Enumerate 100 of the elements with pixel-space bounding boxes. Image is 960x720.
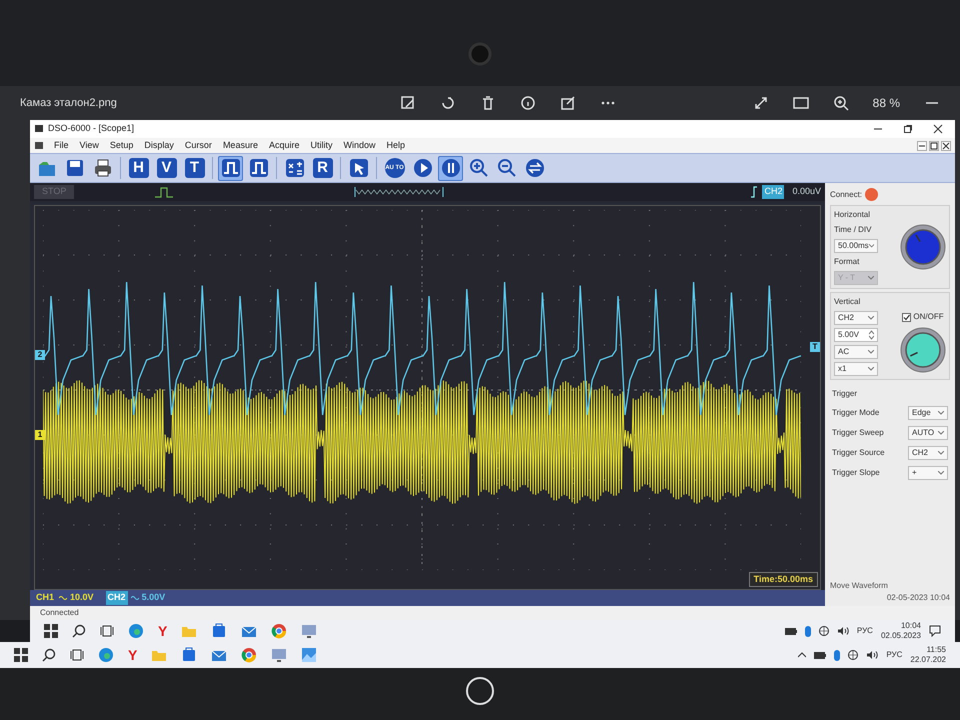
volts-spinbox[interactable]: 5.00V	[834, 328, 878, 342]
fullscreen-icon[interactable]	[752, 95, 769, 111]
trigger-dropdown[interactable]: Edge	[908, 406, 948, 420]
trigger-dropdown[interactable]: +	[908, 466, 948, 480]
trigger-dropdown[interactable]: CH2	[908, 446, 948, 460]
pause-icon	[440, 158, 460, 178]
task-view-icon[interactable]	[100, 624, 114, 638]
restore-icon[interactable]	[929, 140, 939, 150]
browser-app-icon[interactable]: Y	[128, 644, 138, 666]
dropdown-caret-icon	[938, 431, 944, 435]
channel-marker[interactable]: T	[810, 342, 820, 352]
field-label: Trigger Source	[832, 447, 885, 459]
speaker-icon[interactable]	[866, 650, 878, 660]
menu-item[interactable]: Help	[385, 138, 406, 152]
menu-item[interactable]: Display	[143, 138, 175, 152]
menu-item[interactable]: Measure	[222, 138, 259, 152]
toolbar-button[interactable]	[218, 156, 243, 180]
date-time: 02-05-2023 10:04	[886, 592, 950, 604]
dropdown-caret-icon	[938, 451, 944, 455]
pulse-icon	[248, 158, 268, 178]
menu-item[interactable]: File	[53, 138, 70, 152]
notification-icon[interactable]	[929, 625, 941, 637]
browser-icon[interactable]	[128, 623, 144, 639]
chevron-up-icon[interactable]	[798, 652, 806, 658]
probe-dropdown[interactable]: x1	[834, 362, 878, 376]
delete-icon[interactable]	[480, 95, 496, 111]
swap-icon	[524, 158, 544, 178]
input-language[interactable]: РУС	[856, 625, 873, 637]
windows-start-icon[interactable]	[44, 624, 58, 638]
mail-icon[interactable]	[211, 648, 228, 662]
mail-icon[interactable]	[241, 624, 258, 638]
windows-start-icon[interactable]	[14, 648, 28, 662]
chrome-like-icon[interactable]	[271, 623, 288, 639]
zoom-out-icon	[496, 158, 516, 178]
menu-item[interactable]: Utility	[309, 138, 334, 152]
coupling-dropdown[interactable]: AC	[834, 345, 878, 359]
field-label: Trigger Slope	[832, 467, 880, 479]
field-label: Trigger Mode	[832, 407, 880, 419]
trigger-channel: CH2	[762, 185, 784, 199]
toolbar-button[interactable]: T	[182, 156, 207, 180]
toolbar-button[interactable]: V	[154, 156, 179, 180]
play-icon	[412, 158, 432, 178]
search-icon[interactable]	[72, 624, 86, 638]
search-icon[interactable]	[42, 648, 56, 662]
menu-item[interactable]: Acquire	[268, 138, 300, 152]
store-bag-icon[interactable]	[211, 623, 228, 639]
close-icon[interactable]	[941, 140, 951, 150]
input-language[interactable]: РУС	[886, 649, 902, 661]
pulse-icon	[154, 186, 174, 198]
checkbox[interactable]	[902, 312, 912, 322]
edit-icon[interactable]	[400, 95, 416, 111]
ac-coupling-icon	[59, 595, 68, 601]
minimize-icon[interactable]	[917, 140, 927, 150]
close-icon[interactable]	[933, 124, 943, 134]
info-icon[interactable]	[520, 95, 536, 111]
monitor-icon[interactable]	[301, 624, 318, 638]
toolbar-button[interactable]	[438, 156, 463, 180]
timebase-knob[interactable]	[900, 224, 946, 270]
channel-name[interactable]: CH1	[34, 591, 56, 605]
window-title: DSO-6000 - [Scope1]	[48, 122, 134, 136]
network-icon[interactable]	[818, 626, 829, 636]
network-icon[interactable]	[848, 650, 858, 660]
toolbar-button[interactable]: H	[126, 156, 151, 180]
chrome-like-icon[interactable]	[241, 647, 258, 663]
photos-icon[interactable]	[301, 647, 318, 663]
menu-item[interactable]: Setup	[108, 138, 134, 152]
browser-app-icon[interactable]: Y	[158, 620, 168, 642]
channel-dropdown[interactable]: CH2	[834, 311, 878, 325]
clock[interactable]: 10:04 02.05.2023	[880, 621, 921, 641]
math-icon	[284, 158, 304, 178]
ac-coupling-icon	[130, 595, 139, 601]
dropdown-caret-icon	[868, 276, 874, 280]
spin-arrows-icon	[869, 330, 874, 340]
share-icon[interactable]	[560, 95, 576, 111]
connection-status-indicator	[865, 188, 878, 201]
speaker-icon[interactable]	[836, 626, 849, 636]
channel-marker[interactable]: 2	[35, 350, 45, 360]
waveform-overview-icon	[354, 186, 444, 198]
restore-icon[interactable]	[903, 124, 913, 134]
menu-item[interactable]: Cursor	[184, 138, 213, 152]
time-div-dropdown[interactable]: 50.00ms	[834, 239, 878, 253]
zoom-in-icon	[468, 158, 488, 178]
store-bag-icon[interactable]	[181, 647, 198, 663]
document-icon	[34, 140, 44, 150]
menu-item[interactable]: View	[78, 138, 100, 152]
menu-item[interactable]: Window	[342, 138, 376, 152]
zoom-in-icon[interactable]	[832, 95, 849, 111]
trigger-dropdown[interactable]: AUTO	[908, 426, 948, 440]
dropdown-caret-icon	[938, 411, 944, 415]
rotate-icon[interactable]	[440, 95, 456, 111]
zoom-level: 88 %	[872, 95, 900, 112]
browser-icon[interactable]	[98, 647, 114, 663]
volts-knob[interactable]	[900, 327, 946, 373]
camera-icon	[468, 42, 492, 66]
clock[interactable]: 11:55 22.07.202	[910, 645, 946, 665]
channel-marker[interactable]: 1	[35, 430, 45, 440]
monitor-icon[interactable]	[271, 648, 288, 662]
actual-size-icon[interactable]	[792, 95, 809, 111]
task-view-icon[interactable]	[70, 648, 84, 662]
toolbar-button[interactable]: R	[310, 156, 335, 180]
